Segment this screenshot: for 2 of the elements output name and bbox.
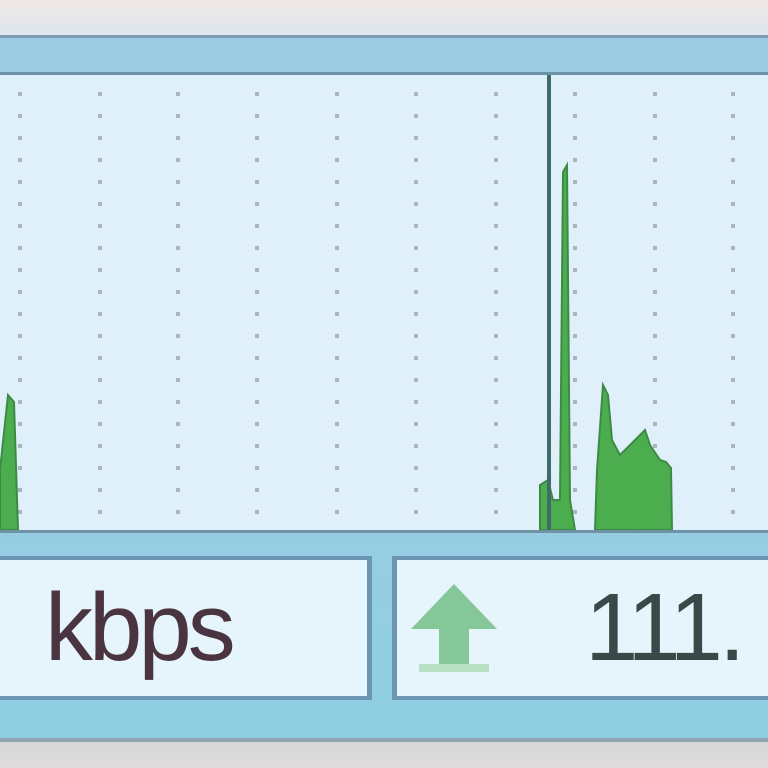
rate-value: 111.	[585, 580, 742, 676]
up-arrow-icon	[411, 584, 497, 672]
